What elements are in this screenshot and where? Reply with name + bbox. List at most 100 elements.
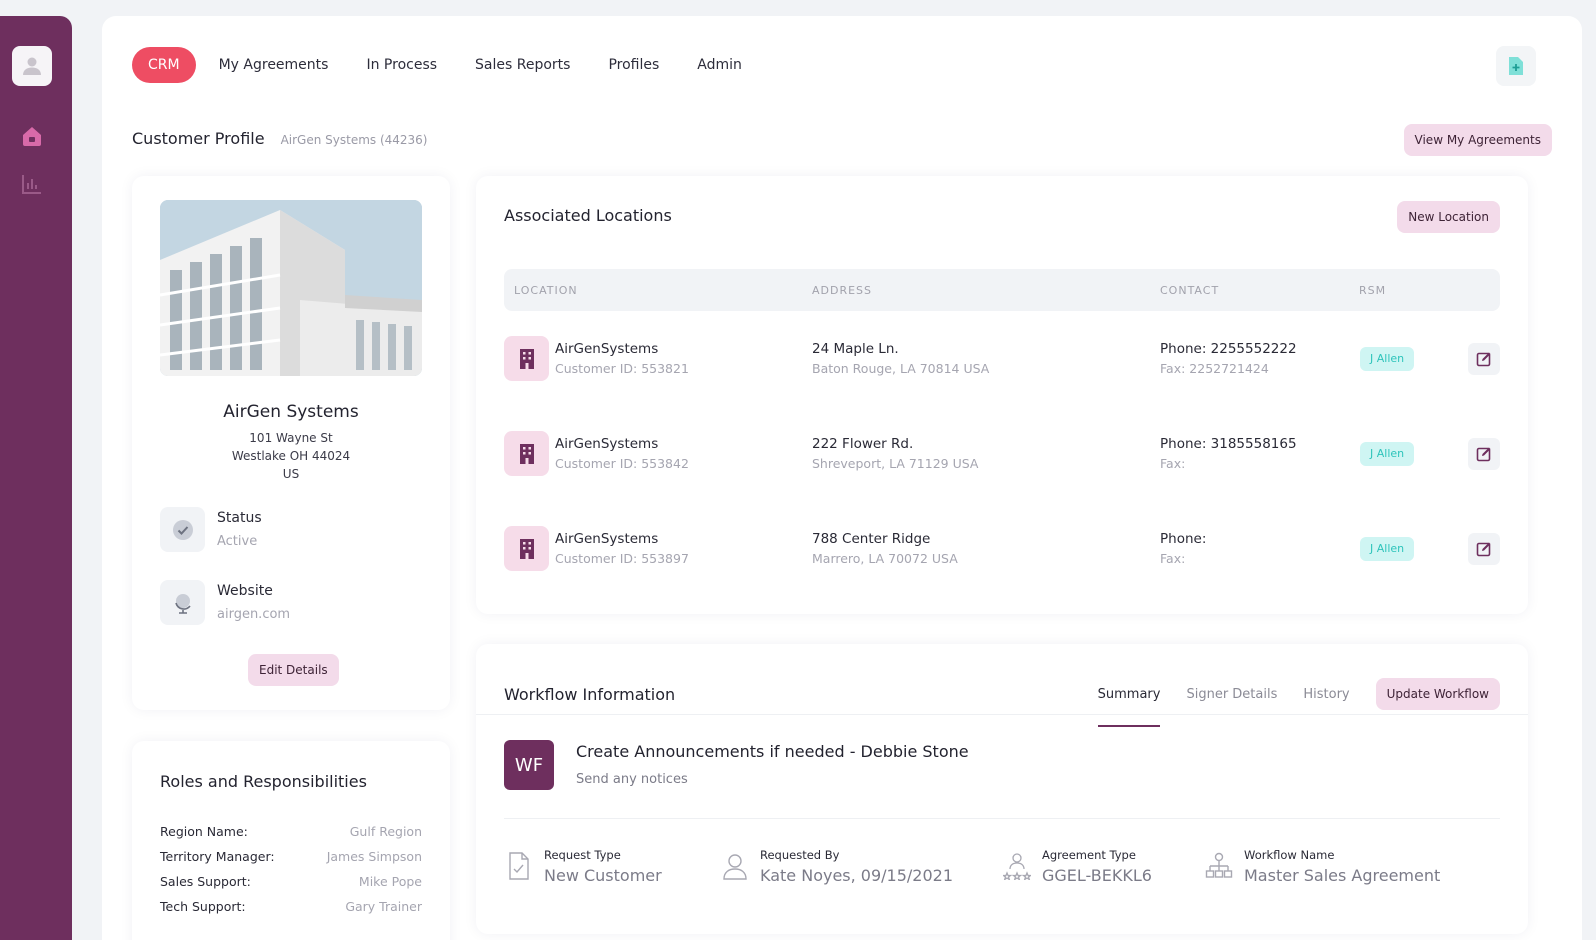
bar-chart-icon[interactable] [20, 172, 44, 196]
role-row: Sales Support: Mike Pope [160, 874, 422, 889]
tab-crm[interactable]: CRM [132, 47, 196, 83]
role-label: Sales Support: [160, 874, 251, 889]
associated-locations-card: Associated Locations New Location LOCATI… [476, 176, 1528, 614]
org-chart-icon [1204, 848, 1234, 884]
table-header: LOCATION ADDRESS CONTACT RSM [504, 269, 1500, 311]
tab-history[interactable]: History [1303, 687, 1349, 702]
roles-card: Roles and Responsibilities Region Name: … [132, 741, 450, 940]
top-navigation: CRM My Agreements In Process Sales Repor… [132, 47, 780, 83]
view-my-agreements-button[interactable]: View My Agreements [1403, 124, 1552, 156]
edit-details-button[interactable]: Edit Details [248, 654, 339, 686]
agreement-type-label: Agreement Type [1042, 848, 1136, 862]
website-label: Website [217, 583, 273, 599]
page-header: Customer Profile AirGen Systems (44236) [132, 129, 428, 148]
location-street: 24 Maple Ln. [812, 341, 899, 357]
tab-profiles[interactable]: Profiles [608, 57, 659, 73]
home-icon[interactable] [20, 124, 44, 148]
tab-sales-reports[interactable]: Sales Reports [475, 57, 570, 73]
workflow-name: Workflow Name Master Sales Agreement [1204, 848, 1440, 885]
location-city: Baton Rouge, LA 70814 USA [812, 361, 990, 376]
website-row: Website airgen.com [160, 580, 290, 625]
role-value: James Simpson [326, 849, 422, 864]
location-street: 788 Center Ridge [812, 531, 931, 547]
role-label: Territory Manager: [160, 849, 275, 864]
status-row: Status Active [160, 507, 262, 552]
column-header-contact: CONTACT [1160, 284, 1220, 297]
tab-signer-details[interactable]: Signer Details [1186, 687, 1277, 702]
new-location-button[interactable]: New Location [1397, 201, 1500, 233]
table-row[interactable]: AirGenSystems Customer ID: 553842 222 Fl… [504, 431, 1500, 479]
role-row: Tech Support: Gary Trainer [160, 899, 422, 914]
location-city: Marrero, LA 70072 USA [812, 551, 958, 566]
agreement-type: Agreement Type GGEL-BEKKL6 [1002, 848, 1152, 885]
building-icon [504, 431, 549, 476]
edit-location-button[interactable] [1468, 438, 1500, 470]
building-icon [504, 336, 549, 381]
role-label: Region Name: [160, 824, 248, 839]
location-customer-id: Customer ID: 553842 [555, 456, 689, 471]
user-icon [23, 57, 41, 75]
request-type: Request Type New Customer [504, 848, 662, 885]
location-name: AirGenSystems [555, 436, 659, 452]
address-line-2: Westlake OH 44024 [231, 449, 351, 463]
rsm-badge: J Allen [1360, 442, 1415, 466]
workflow-badge: WF [504, 740, 554, 790]
status-label: Status [217, 510, 262, 526]
workflow-task-subtitle: Send any notices [576, 772, 688, 787]
location-phone: Phone: 2255552222 [1160, 341, 1297, 357]
requested-by-label: Requested By [760, 848, 840, 862]
edit-icon [1476, 447, 1491, 462]
check-circle-icon [160, 507, 205, 552]
user-avatar[interactable] [12, 46, 52, 86]
location-fax: Fax: [1160, 456, 1186, 471]
column-header-location: LOCATION [514, 284, 578, 297]
document-plus-icon [1509, 57, 1523, 75]
page-title: Customer Profile [132, 129, 265, 148]
update-workflow-button[interactable]: Update Workflow [1375, 678, 1500, 710]
workflow-task-title: Create Announcements if needed - Debbie … [576, 742, 969, 761]
location-fax: Fax: [1160, 551, 1186, 566]
rsm-badge: J Allen [1360, 347, 1415, 371]
requested-by: Requested By Kate Noyes, 09/15/2021 [720, 848, 953, 885]
location-fax: Fax: 2252721424 [1160, 361, 1269, 376]
requested-by-value: Kate Noyes, 09/15/2021 [760, 866, 954, 885]
tab-in-process[interactable]: In Process [366, 57, 437, 73]
customer-card: AirGen Systems 101 Wayne St Westlake OH … [132, 176, 450, 710]
person-icon [720, 848, 750, 884]
workflow-tabs: Summary Signer Details History Update Wo… [1097, 678, 1500, 727]
workflow-title: Workflow Information [504, 685, 676, 704]
status-value: Active [217, 534, 258, 549]
roles-title: Roles and Responsibilities [160, 772, 367, 791]
locations-title: Associated Locations [504, 206, 672, 225]
location-city: Shreveport, LA 71129 USA [812, 456, 979, 471]
sidebar [0, 16, 72, 940]
agreement-type-value: GGEL-BEKKL6 [1042, 866, 1152, 885]
customer-address: 101 Wayne St Westlake OH 44024 US [132, 429, 450, 483]
website-link[interactable]: airgen.com [217, 607, 290, 622]
location-name: AirGenSystems [555, 531, 659, 547]
role-value: Mike Pope [358, 874, 422, 889]
edit-location-button[interactable] [1468, 533, 1500, 565]
location-name: AirGenSystems [555, 341, 659, 357]
page-subtitle: AirGen Systems (44236) [280, 133, 428, 147]
location-street: 222 Flower Rd. [812, 436, 914, 452]
new-document-button[interactable] [1496, 46, 1536, 86]
table-row[interactable]: AirGenSystems Customer ID: 553897 788 Ce… [504, 526, 1500, 574]
tab-summary[interactable]: Summary [1097, 687, 1160, 727]
tab-my-agreements[interactable]: My Agreements [219, 57, 329, 73]
request-type-label: Request Type [544, 848, 621, 862]
edit-icon [1476, 352, 1491, 367]
address-line-1: 101 Wayne St [249, 431, 333, 445]
column-header-rsm: RSM [1359, 284, 1387, 297]
table-row[interactable]: AirGenSystems Customer ID: 553821 24 Map… [504, 336, 1500, 384]
edit-location-button[interactable] [1468, 343, 1500, 375]
request-type-value: New Customer [544, 866, 662, 885]
role-label: Tech Support: [160, 899, 246, 914]
location-customer-id: Customer ID: 553821 [555, 361, 689, 376]
customer-image [160, 200, 422, 376]
workflow-name-label: Workflow Name [1244, 848, 1335, 862]
customer-name: AirGen Systems [223, 402, 359, 422]
building-icon [504, 526, 549, 571]
tab-admin[interactable]: Admin [697, 57, 742, 73]
role-value: Gary Trainer [345, 899, 422, 914]
